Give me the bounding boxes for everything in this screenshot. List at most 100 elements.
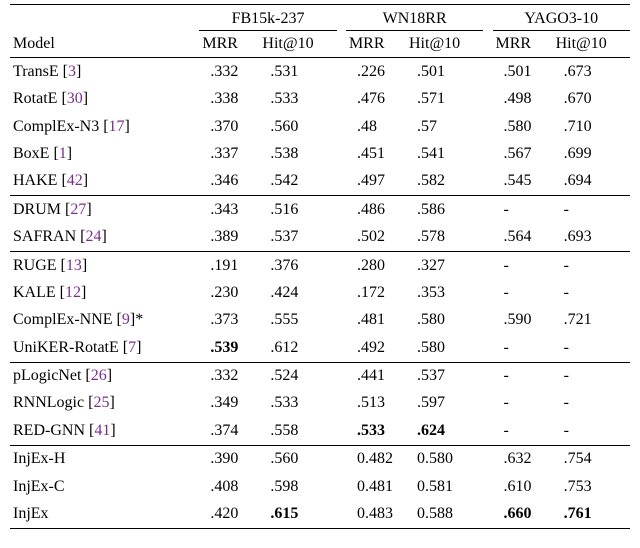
- value-cell: .693: [553, 224, 630, 252]
- value-cell: .537: [259, 224, 336, 252]
- value-cell: .721: [553, 307, 630, 334]
- value-cell: .374: [199, 417, 259, 445]
- model-cell: ComplEx-NNE [9]*: [10, 307, 199, 334]
- value-cell: .420: [199, 501, 259, 529]
- value-cell: .564: [493, 224, 553, 252]
- value-cell: 0.482: [346, 445, 406, 473]
- value-cell: .567: [493, 140, 553, 167]
- value-cell: .349: [199, 390, 259, 417]
- value-cell: 0.581: [406, 473, 483, 500]
- value-cell: .578: [406, 224, 483, 252]
- table-row: TransE [3].332.531.226.501.501.673: [10, 58, 630, 86]
- value-cell: .408: [199, 473, 259, 500]
- value-cell: .531: [259, 58, 336, 86]
- value-cell: .533: [259, 390, 336, 417]
- dataset-header: YAGO3-10: [493, 5, 630, 31]
- table-header: FB15k-237 WN18RR YAGO3-10 Model MRR Hit@…: [10, 5, 630, 58]
- table-row: UniKER-RotatE [7].539.612.492.580--: [10, 334, 630, 362]
- dataset-header: WN18RR: [346, 5, 483, 31]
- value-cell: .389: [199, 224, 259, 252]
- hit-header: Hit@10: [553, 30, 630, 57]
- value-cell: -: [493, 362, 553, 390]
- value-cell: .476: [346, 86, 406, 113]
- model-cell: pLogicNet [26]: [10, 362, 199, 390]
- value-cell: .710: [553, 113, 630, 140]
- citation-ref: 27: [70, 201, 86, 218]
- value-cell: .533: [259, 86, 336, 113]
- value-cell: -: [493, 417, 553, 445]
- table-row: RUGE [13].191.376.280.327--: [10, 252, 630, 280]
- model-cell: SAFRAN [24]: [10, 224, 199, 252]
- table-row: RED-GNN [41].374.558.533.624--: [10, 417, 630, 445]
- value-cell: .338: [199, 86, 259, 113]
- value-cell: .615: [259, 501, 336, 529]
- model-cell: RNNLogic [25]: [10, 390, 199, 417]
- value-cell: .542: [259, 168, 336, 196]
- value-cell: -: [553, 417, 630, 445]
- value-cell: .191: [199, 252, 259, 280]
- value-cell: -: [493, 334, 553, 362]
- model-cell: RUGE [13]: [10, 252, 199, 280]
- model-cell: InjEx-H: [10, 445, 199, 473]
- value-cell: 0.580: [406, 445, 483, 473]
- table-row: RotatE [30].338.533.476.571.498.670: [10, 86, 630, 113]
- value-cell: .226: [346, 58, 406, 86]
- model-cell: ComplEx-N3 [17]: [10, 113, 199, 140]
- value-cell: .501: [493, 58, 553, 86]
- model-cell: HAKE [42]: [10, 168, 199, 196]
- citation-ref: 26: [91, 367, 107, 384]
- value-cell: .346: [199, 168, 259, 196]
- citation-ref: 12: [65, 284, 81, 301]
- table-row: InjEx-H.390.5600.4820.580.632.754: [10, 445, 630, 473]
- model-cell: InjEx: [10, 501, 199, 529]
- table-row: SAFRAN [24].389.537.502.578.564.693: [10, 224, 630, 252]
- value-cell: .337: [199, 140, 259, 167]
- value-cell: -: [553, 279, 630, 306]
- table-body: TransE [3].332.531.226.501.501.673RotatE…: [10, 58, 630, 529]
- value-cell: 0.588: [406, 501, 483, 529]
- value-cell: .586: [406, 196, 483, 224]
- value-cell: .481: [346, 307, 406, 334]
- value-cell: -: [493, 196, 553, 224]
- value-cell: .580: [406, 334, 483, 362]
- mrr-header: MRR: [493, 30, 553, 57]
- value-cell: -: [553, 362, 630, 390]
- citation-ref: 7: [128, 339, 136, 356]
- model-cell: UniKER-RotatE [7]: [10, 334, 199, 362]
- value-cell: .694: [553, 168, 630, 196]
- value-cell: .172: [346, 279, 406, 306]
- value-cell: .537: [406, 362, 483, 390]
- value-cell: .580: [493, 113, 553, 140]
- model-cell: TransE [3]: [10, 58, 199, 86]
- table-row: RNNLogic [25].349.533.513.597--: [10, 390, 630, 417]
- model-column-header: Model: [10, 30, 199, 57]
- value-cell: .376: [259, 252, 336, 280]
- value-cell: .230: [199, 279, 259, 306]
- mrr-header: MRR: [199, 30, 259, 57]
- value-cell: .541: [406, 140, 483, 167]
- value-cell: -: [553, 334, 630, 362]
- value-cell: .424: [259, 279, 336, 306]
- value-cell: .390: [199, 445, 259, 473]
- value-cell: .492: [346, 334, 406, 362]
- value-cell: -: [553, 390, 630, 417]
- value-cell: .761: [553, 501, 630, 529]
- value-cell: .353: [406, 279, 483, 306]
- value-cell: .516: [259, 196, 336, 224]
- table-row: ComplEx-N3 [17].370.560.48.57.580.710: [10, 113, 630, 140]
- model-cell: KALE [12]: [10, 279, 199, 306]
- value-cell: .332: [199, 362, 259, 390]
- value-cell: .580: [406, 307, 483, 334]
- value-cell: .597: [406, 390, 483, 417]
- value-cell: .486: [346, 196, 406, 224]
- value-cell: .612: [259, 334, 336, 362]
- value-cell: .560: [259, 445, 336, 473]
- table-row: ComplEx-NNE [9]*.373.555.481.580.590.721: [10, 307, 630, 334]
- table-row: KALE [12].230.424.172.353--: [10, 279, 630, 306]
- table-row: InjEx.420.6150.4830.588.660.761: [10, 501, 630, 529]
- results-table: FB15k-237 WN18RR YAGO3-10 Model MRR Hit@…: [10, 4, 630, 529]
- citation-ref: 3: [68, 63, 76, 80]
- value-cell: .598: [259, 473, 336, 500]
- hit-header: Hit@10: [259, 30, 336, 57]
- value-cell: .610: [493, 473, 553, 500]
